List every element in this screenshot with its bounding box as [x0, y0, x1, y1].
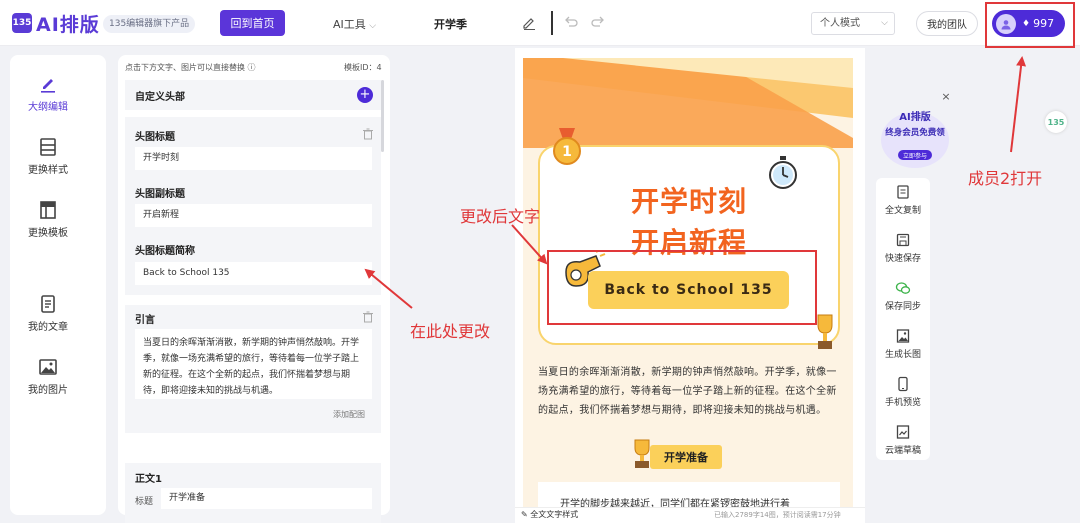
arrow-to-field: [364, 268, 413, 309]
arrow-to-preview: [511, 224, 548, 265]
annotation-arrows: [364, 56, 1027, 309]
arrow-to-vip: [1010, 56, 1027, 153]
